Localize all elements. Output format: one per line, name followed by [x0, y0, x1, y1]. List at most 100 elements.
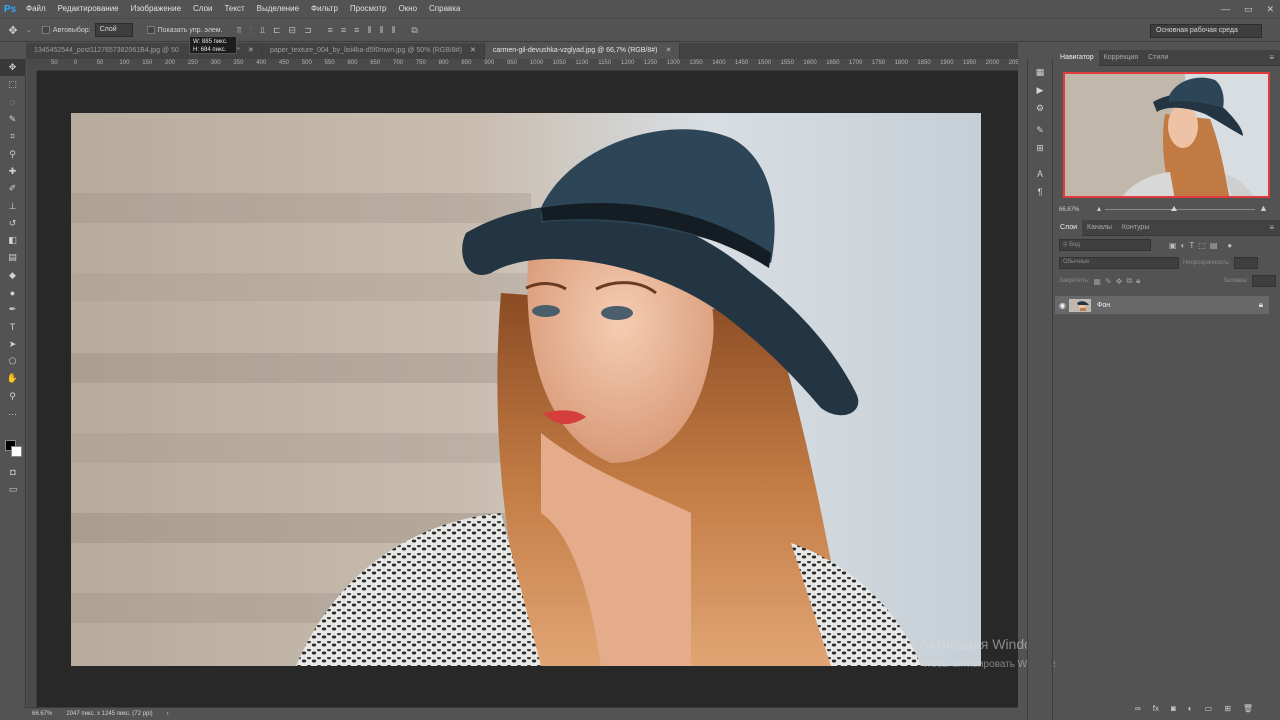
- lock-artboard-icon[interactable]: ⧉: [1126, 276, 1132, 286]
- menu-help[interactable]: Справка: [423, 0, 466, 18]
- zoom-tool-icon[interactable]: ⚲: [0, 388, 25, 405]
- zoom-out-icon[interactable]: ▴: [1097, 204, 1101, 213]
- navigator-preview[interactable]: [1063, 72, 1270, 198]
- menu-select[interactable]: Выделение: [251, 0, 305, 18]
- chevron-down-icon[interactable]: ⌄: [26, 26, 32, 34]
- distribute-left-icon[interactable]: ⦀: [367, 25, 371, 36]
- menu-edit[interactable]: Редактирование: [52, 0, 125, 18]
- lock-position-icon[interactable]: ✥: [1116, 277, 1123, 286]
- more-tools-icon[interactable]: ···: [0, 405, 25, 422]
- path-select-tool-icon[interactable]: ➤: [0, 336, 25, 353]
- align-hcenter-icon[interactable]: ⊟: [289, 25, 297, 36]
- filter-pixel-icon[interactable]: ▣: [1169, 241, 1177, 250]
- properties-icon[interactable]: ⚙: [1028, 99, 1052, 117]
- close-button[interactable]: ✕: [1266, 4, 1274, 15]
- align-bottom-icon[interactable]: ⫫: [260, 25, 265, 36]
- align-left-icon[interactable]: ⊏: [273, 25, 281, 36]
- align-vcenter-icon[interactable]: ⫶: [250, 25, 252, 36]
- zoom-slider[interactable]: [1105, 209, 1255, 210]
- link-layers-icon[interactable]: ∞: [1135, 704, 1141, 713]
- minimize-button[interactable]: —: [1221, 4, 1230, 14]
- distribute-hcenter-icon[interactable]: ⦀: [379, 25, 383, 36]
- auto-align-icon[interactable]: ⧉: [411, 25, 417, 36]
- background-color-swatch[interactable]: [11, 446, 22, 457]
- brush-settings-icon[interactable]: ✎: [1028, 121, 1052, 139]
- move-tool-icon[interactable]: ✥: [0, 59, 25, 77]
- visibility-eye-icon[interactable]: ◉: [1059, 301, 1066, 310]
- delete-layer-icon[interactable]: 🗑︎: [1243, 704, 1253, 713]
- tab-paths[interactable]: Контуры: [1117, 220, 1154, 236]
- layer-style-icon[interactable]: fx: [1153, 704, 1159, 713]
- panel-menu-icon[interactable]: ≡: [1269, 223, 1274, 232]
- lock-transparent-icon[interactable]: ▦: [1093, 277, 1101, 286]
- character-icon[interactable]: A: [1028, 165, 1052, 183]
- filter-toggle-icon[interactable]: ●: [1227, 241, 1232, 250]
- blur-tool-icon[interactable]: ◆: [0, 267, 25, 284]
- align-right-icon[interactable]: ⊐: [304, 25, 312, 36]
- autoselect-select[interactable]: Слой: [94, 23, 133, 37]
- navigator-zoom-value[interactable]: 66.67%: [1059, 207, 1079, 213]
- dodge-tool-icon[interactable]: ●: [0, 284, 25, 301]
- tab-document-3[interactable]: carmen-gil-devushka-vzglyad.jpg @ 66,7% …: [484, 43, 681, 59]
- tab-layers[interactable]: Слои: [1055, 219, 1083, 236]
- tab-styles[interactable]: Стили: [1143, 50, 1173, 66]
- type-tool-icon[interactable]: T: [0, 318, 25, 335]
- show-transform-checkbox[interactable]: [146, 26, 155, 34]
- move-tool-icon[interactable]: ✥: [0, 24, 26, 37]
- panel-menu-icon[interactable]: ≡: [1269, 53, 1274, 62]
- lock-all-icon[interactable]: 🔒︎: [1136, 276, 1140, 286]
- healing-tool-icon[interactable]: ✚: [0, 163, 25, 180]
- blend-mode-select[interactable]: Обычные: [1059, 257, 1179, 269]
- menu-image[interactable]: Изображение: [125, 0, 187, 18]
- workspace-select[interactable]: Основная рабочая среда: [1150, 24, 1262, 38]
- crop-tool-icon[interactable]: ⌗: [0, 128, 25, 145]
- screen-mode-icon[interactable]: ▭: [0, 481, 26, 498]
- quick-select-tool-icon[interactable]: ✎: [0, 111, 25, 128]
- filter-smart-icon[interactable]: ▤: [1210, 241, 1218, 250]
- menu-layers[interactable]: Слои: [187, 0, 218, 18]
- autoselect-checkbox[interactable]: [41, 26, 50, 34]
- filter-type-icon[interactable]: T: [1189, 241, 1194, 250]
- zoom-level[interactable]: 66.67%: [32, 711, 52, 717]
- filter-adjust-icon[interactable]: ◐: [1181, 241, 1186, 250]
- hand-tool-icon[interactable]: ✋: [0, 370, 25, 387]
- actions-play-icon[interactable]: ▶: [1028, 81, 1052, 99]
- menu-type[interactable]: Текст: [218, 0, 250, 18]
- clone-stamp-tool-icon[interactable]: ⊥: [0, 197, 25, 214]
- new-adjustment-icon[interactable]: ◐: [1188, 704, 1193, 713]
- menu-filter[interactable]: Фильтр: [305, 0, 344, 18]
- marquee-tool-icon[interactable]: ⬚: [0, 76, 25, 93]
- new-group-icon[interactable]: ▭: [1205, 704, 1213, 713]
- fill-field[interactable]: [1252, 275, 1276, 287]
- document-canvas[interactable]: [37, 71, 1018, 707]
- brush-tool-icon[interactable]: ✐: [0, 180, 25, 197]
- status-arrow-icon[interactable]: ›: [167, 711, 169, 717]
- menu-view[interactable]: Просмотр: [344, 0, 393, 18]
- tab-adjustments[interactable]: Коррекция: [1099, 50, 1143, 66]
- layer-filter-select[interactable]: ⚲ Вид: [1059, 239, 1151, 251]
- distribute-right-icon[interactable]: ⦀: [391, 25, 395, 36]
- distribute-vcenter-icon[interactable]: ≡: [341, 25, 346, 36]
- maximize-button[interactable]: ▭: [1244, 4, 1253, 15]
- paragraph-icon[interactable]: ¶: [1028, 183, 1052, 201]
- tab-channels[interactable]: Каналы: [1082, 220, 1117, 236]
- gradient-tool-icon[interactable]: ▤: [0, 249, 25, 266]
- zoom-slider-thumb[interactable]: [1171, 206, 1177, 211]
- horizontal-ruler[interactable]: 50 0 50 100 150 200 250 300 350 400 450 500 550 600 65…: [37, 59, 1018, 71]
- add-mask-icon[interactable]: ◙: [1171, 704, 1176, 713]
- close-tab-icon[interactable]: ✕: [248, 47, 254, 54]
- layer-row-background[interactable]: ◉ Фон 🔒︎: [1055, 296, 1269, 314]
- filter-shape-icon[interactable]: ⬚: [1198, 241, 1206, 250]
- new-layer-icon[interactable]: ⊞: [1224, 704, 1231, 713]
- lasso-tool-icon[interactable]: ◌: [0, 94, 25, 111]
- distribute-top-icon[interactable]: ≡: [328, 25, 333, 36]
- adjust-icon[interactable]: ⊞: [1028, 139, 1052, 157]
- history-icon[interactable]: ▦: [1028, 63, 1052, 81]
- history-brush-tool-icon[interactable]: ↺: [0, 215, 25, 232]
- eraser-tool-icon[interactable]: ◧: [0, 232, 25, 249]
- zoom-in-icon[interactable]: ▲: [1259, 203, 1268, 213]
- menu-file[interactable]: Файл: [20, 0, 52, 18]
- tab-document-2[interactable]: paper_texture_004_by_lisi4ka-d5f0mwn.jpg…: [262, 43, 485, 59]
- lock-pixels-icon[interactable]: ✎: [1105, 277, 1112, 286]
- tab-navigator[interactable]: Навигатор: [1055, 49, 1099, 66]
